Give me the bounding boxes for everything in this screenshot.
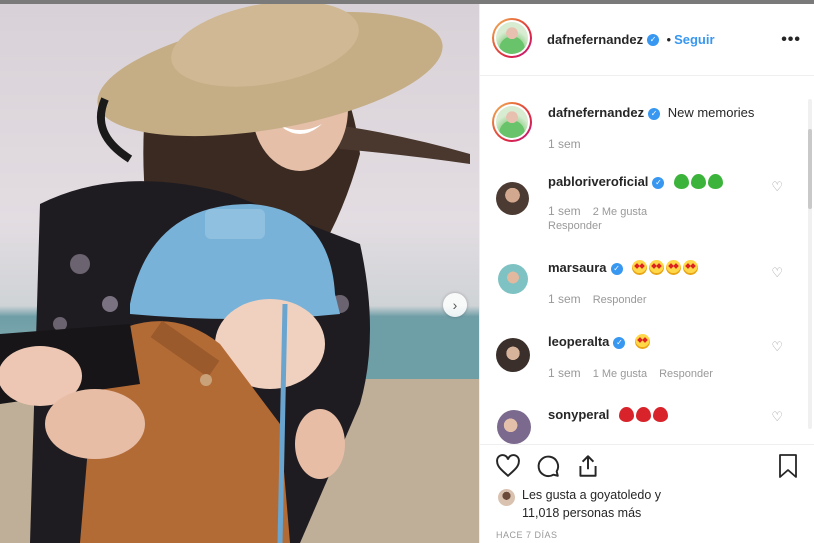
comment-avatar[interactable] xyxy=(497,410,531,444)
like-comment-icon[interactable]: ♡ xyxy=(771,409,783,425)
verified-icon: ✓ xyxy=(647,33,660,46)
author-username[interactable]: dafnefernandez xyxy=(547,32,643,47)
reply-button[interactable]: Responder xyxy=(548,220,602,232)
verified-icon: ✓ xyxy=(652,176,665,189)
author-avatar[interactable] xyxy=(492,18,532,58)
comment-avatar[interactable] xyxy=(496,182,529,215)
next-photo-button[interactable]: › xyxy=(443,293,467,317)
posted-time[interactable]: HACE 7 DÍAS xyxy=(496,530,558,540)
comment-time[interactable]: 1 sem xyxy=(548,204,581,218)
comment-text-line: leoperalta ✓ xyxy=(548,334,651,349)
follow-button[interactable]: Seguir xyxy=(674,32,714,47)
photo-illustration xyxy=(0,4,479,543)
post-actions: Les gusta a goyatoledo y 11,018 personas… xyxy=(480,444,814,543)
caption: dafnefernandez ✓ New memories 1 sem xyxy=(480,100,814,160)
chevron-right-icon: › xyxy=(452,297,458,313)
post-header: dafnefernandez ✓ • Seguir ••• xyxy=(480,4,814,76)
comment-likes[interactable]: 2 Me gusta xyxy=(593,206,647,218)
comment-text-line: pabloriveroficial ✓ xyxy=(548,174,724,189)
comment-time[interactable]: 1 sem xyxy=(548,292,581,306)
post-panel: dafnefernandez ✓ • Seguir ••• dafnefernand… xyxy=(479,4,814,543)
comment-username[interactable]: sonyperal xyxy=(548,407,609,422)
comment-avatar[interactable] xyxy=(498,264,528,294)
comments-scrollbar[interactable] xyxy=(808,99,812,429)
comment-item: pabloriveroficial ✓ 1 sem 2 Me gusta Respo… xyxy=(480,168,814,238)
red-heart-icon xyxy=(619,407,635,422)
caption-time[interactable]: 1 sem xyxy=(548,137,581,151)
green-heart-icon xyxy=(691,174,707,189)
liker-avatar[interactable] xyxy=(498,489,515,506)
reply-button[interactable]: Responder xyxy=(659,368,713,380)
comment-username[interactable]: pabloriveroficial xyxy=(548,174,648,189)
verified-icon: ✓ xyxy=(610,262,623,275)
caption-username[interactable]: dafnefernandez xyxy=(548,105,644,120)
separator-dot: • xyxy=(666,32,672,47)
comments-list: dafnefernandez ✓ New memories 1 sem pablo… xyxy=(480,76,814,444)
star-eyes-icon xyxy=(666,260,682,275)
share-icon[interactable] xyxy=(575,453,601,479)
red-heart-icon xyxy=(636,407,652,422)
comment-time[interactable]: 1 sem xyxy=(548,366,581,380)
likes-line-2: 11,018 personas más xyxy=(522,506,642,520)
green-heart-icon xyxy=(708,174,724,189)
caption-text-line: dafnefernandez ✓ New memories xyxy=(548,105,754,120)
heart-icon[interactable] xyxy=(495,453,521,479)
verified-icon: ✓ xyxy=(648,107,661,120)
author-line: dafnefernandez ✓ • Seguir xyxy=(547,31,715,49)
reply-button[interactable]: Responder xyxy=(593,294,647,306)
likes-summary[interactable]: Les gusta a goyatoledo y 11,018 personas… xyxy=(522,486,661,522)
comment-meta: 1 sem 1 Me gusta Responder xyxy=(548,366,725,380)
like-comment-icon[interactable]: ♡ xyxy=(771,265,783,281)
caption-avatar[interactable] xyxy=(492,102,532,142)
comment-reply-row: Responder xyxy=(548,220,614,232)
star-eyes-icon xyxy=(649,260,665,275)
star-eyes-icon xyxy=(635,334,651,349)
like-comment-icon[interactable]: ♡ xyxy=(771,339,783,355)
star-eyes-icon xyxy=(632,260,648,275)
comment-username[interactable]: leoperalta xyxy=(548,334,609,349)
more-options-icon[interactable]: ••• xyxy=(781,31,801,49)
like-comment-icon[interactable]: ♡ xyxy=(771,179,783,195)
green-heart-icon xyxy=(674,174,690,189)
comment-text-line: sonyperal xyxy=(548,407,669,422)
bookmark-icon[interactable] xyxy=(776,453,800,479)
comment-likes[interactable]: 1 Me gusta xyxy=(593,368,647,380)
post-photo[interactable]: › xyxy=(0,4,479,543)
comment-avatar[interactable] xyxy=(496,338,530,372)
caption-text: New memories xyxy=(667,105,755,120)
comment-username[interactable]: marsaura xyxy=(548,260,607,275)
verified-icon: ✓ xyxy=(613,336,626,349)
caption-meta: 1 sem xyxy=(548,137,593,151)
comment-icon[interactable] xyxy=(535,453,561,479)
likes-line-1: Les gusta a goyatoledo y xyxy=(522,488,661,502)
star-eyes-icon xyxy=(683,260,699,275)
comment-item: leoperalta ✓ 1 sem 1 Me gusta Responder ♡ xyxy=(480,328,814,388)
red-heart-icon xyxy=(653,407,669,422)
comment-text-line: marsaura ✓ xyxy=(548,260,699,275)
comment-meta: 1 sem 2 Me gusta xyxy=(548,204,659,218)
comment-meta: 1 sem Responder xyxy=(548,292,659,306)
comment-item: marsaura ✓ 1 sem Responder ♡ xyxy=(480,254,814,314)
comment-item: sonyperal ♡ xyxy=(480,402,814,444)
